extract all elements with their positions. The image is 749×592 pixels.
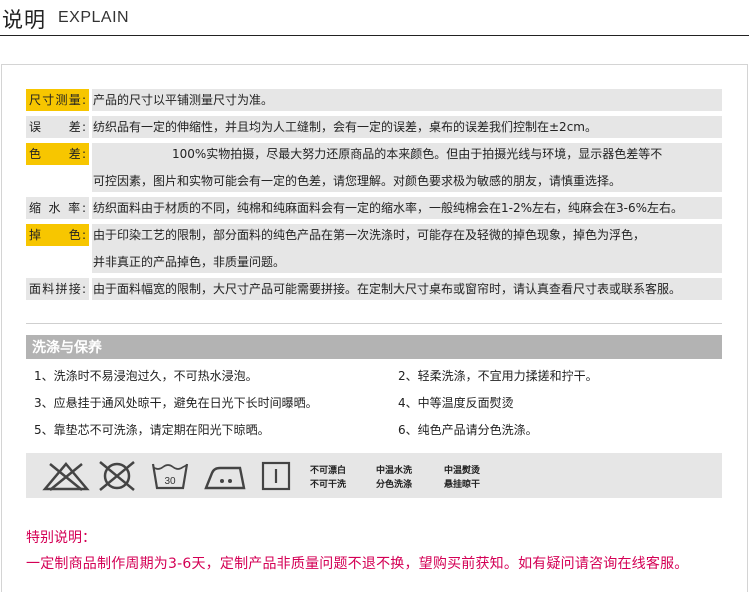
row-text: 由于印染工艺的限制，部分面料的纯色产品在第一次洗涤时，可能存在及轻微的掉色现象，… [93, 228, 646, 242]
symbol-text: 不可干洗 [310, 480, 347, 490]
row-label: 缩 水 率: [26, 197, 89, 219]
symbol-text: 不可漂白 [310, 466, 347, 476]
care-title: 洗涤与保养 [32, 340, 102, 356]
care-section-header: 洗涤与保养 [26, 335, 722, 359]
care-item: 1、洗涤时不易浸泡过久，不可热水浸泡。 [34, 369, 258, 383]
hang-dry-icon [261, 461, 291, 491]
note-text: 一定制商品制作周期为3-6天，定制产品非质量问题不退不换，望购买前获知。如有疑问… [26, 556, 689, 572]
row-text: 可控因素，图片和实物可能会有一定的色差，请您理解。对颜色要求极为敏感的朋友，请慎… [93, 174, 622, 188]
care-item: 4、中等温度反面熨烫 [398, 396, 514, 410]
page-title: 说明 [2, 8, 46, 32]
iron-medium-icon [204, 466, 246, 490]
row-label: 尺寸测量: [26, 89, 89, 111]
symbol-text: 分色洗涤 [376, 480, 413, 490]
row-label: 掉 色: [26, 224, 89, 246]
row-body: 由于印染工艺的限制，部分面料的纯色产品在第一次洗涤时，可能存在及轻微的掉色现象，… [92, 224, 722, 273]
row-body: 纺织面料由于材质的不同，纯棉和纯麻面料会有一定的缩水率，一般纯棉会在1-2%左右… [92, 197, 722, 219]
row-body: 100%实物拍摄，尽最大努力还原商品的本来颜色。但由于拍摄光线与环境，显示器色差… [92, 143, 722, 192]
row-text: 产品的尺寸以平铺测量尺寸为准。 [93, 93, 274, 107]
no-tumble-dry-icon [99, 461, 135, 491]
row-text: 并非真正的产品掉色，非质量问题。 [93, 255, 286, 269]
wash-temp-label: 30 [164, 476, 176, 487]
wash-30-icon: 30 [151, 463, 189, 490]
no-bleach-icon [42, 462, 90, 491]
row-label: 面料拼接: [26, 278, 89, 300]
row-body: 由于面料幅宽的限制，大尺寸产品可能需要拼接。在定制大尺寸桌布或窗帘时，请认真查看… [92, 278, 722, 300]
symbol-text: 悬挂晾干 [444, 480, 481, 490]
row-text: 100%实物拍摄，尽最大努力还原商品的本来颜色。但由于拍摄光线与环境，显示器色差… [172, 147, 663, 161]
care-symbols-bar: 30 不可漂白 不可干洗 中温水洗 分色洗涤 中温熨烫 悬挂晾干 [26, 453, 722, 498]
care-item: 2、轻柔洗涤，不宜用力揉搓和拧干。 [398, 369, 598, 383]
row-text: 纺织品有一定的伸缩性，并且均为人工缝制，会有一定的误差，桌布的误差我们控制在±2… [93, 120, 597, 134]
row-label: 色 差: [26, 143, 89, 165]
note-title: 特别说明： [26, 530, 96, 546]
row-text: 由于面料幅宽的限制，大尺寸产品可能需要拼接。在定制大尺寸桌布或窗帘时，请认真查看… [93, 282, 682, 296]
care-item: 6、纯色产品请分色洗涤。 [398, 423, 538, 437]
care-item: 3、应悬挂于通风处晾干，避免在日光下长时间曝晒。 [34, 396, 318, 410]
symbol-text: 中温熨烫 [444, 466, 481, 476]
page-title-en: EXPLAIN [58, 9, 130, 26]
page-header: 说明 EXPLAIN [0, 0, 749, 36]
symbol-text: 中温水洗 [376, 466, 413, 476]
row-label: 误 差: [26, 116, 89, 138]
care-item: 5、靠垫芯不可洗涤，请定期在阳光下晾晒。 [34, 423, 270, 437]
row-body: 纺织品有一定的伸缩性，并且均为人工缝制，会有一定的误差，桌布的误差我们控制在±2… [92, 116, 722, 138]
header-divider [0, 35, 749, 36]
row-body: 产品的尺寸以平铺测量尺寸为准。 [92, 89, 722, 111]
row-text: 纺织面料由于材质的不同，纯棉和纯麻面料会有一定的缩水率，一般纯棉会在1-2%左右… [93, 201, 684, 215]
section-divider [26, 323, 722, 324]
